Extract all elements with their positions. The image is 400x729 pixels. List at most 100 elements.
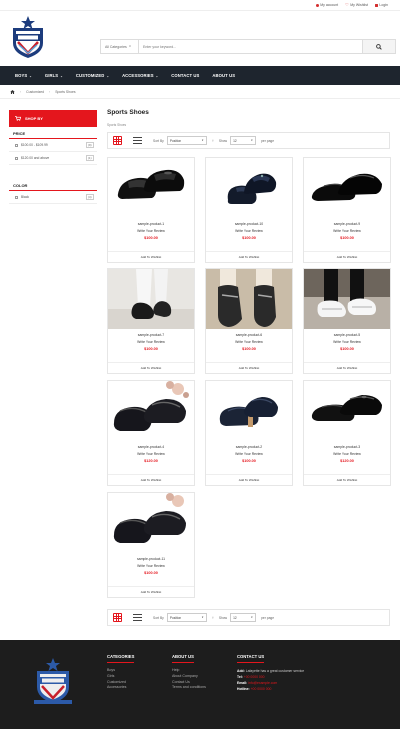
add-to-wishlist-button[interactable]: Add To Wishlist [108, 362, 194, 373]
write-review-link[interactable]: Write Your Review [108, 340, 194, 344]
nav-item-label: ABOUT US [212, 73, 236, 78]
grid-view-icon[interactable] [113, 613, 122, 622]
product-name[interactable]: sample-product-10 [206, 222, 292, 226]
add-to-wishlist-button[interactable]: Add To Wishlist [108, 474, 194, 485]
per-page-label: per page [261, 615, 275, 620]
product-image[interactable] [108, 381, 194, 441]
sort-by-select[interactable]: Position ▼ [166, 136, 207, 145]
product-name[interactable]: sample-product-7 [108, 333, 194, 337]
list-view-icon[interactable] [133, 613, 142, 622]
search-input[interactable] [139, 40, 362, 53]
product-price: $100.00 [144, 347, 158, 351]
write-review-link[interactable]: Write Your Review [206, 452, 292, 456]
product-image[interactable] [206, 269, 292, 329]
checkbox-icon[interactable] [15, 156, 18, 160]
my-account-link[interactable]: My account [315, 3, 338, 7]
product-card[interactable]: sample-product-6 Write Your Review $100.… [205, 268, 293, 374]
sort-by-select[interactable]: Position ▼ [166, 613, 207, 622]
product-card[interactable]: sample-product-1 Write Your Review $100.… [107, 157, 195, 263]
product-card[interactable]: sample-product-11 Write Your Review $100… [107, 492, 195, 598]
sort-by-label: Sort By [153, 615, 164, 620]
add-to-wishlist-button[interactable]: Add To Wishlist [304, 474, 390, 485]
footer-logo[interactable] [32, 656, 74, 706]
product-image[interactable] [108, 269, 194, 329]
checkbox-icon[interactable] [15, 143, 18, 147]
nav-item-about-us[interactable]: ABOUT US [212, 73, 235, 78]
product-image[interactable] [206, 381, 292, 441]
color-filter-option[interactable]: Black (4) [9, 191, 97, 204]
breadcrumb-item-current: Sports Shoes [55, 89, 76, 94]
product-name[interactable]: sample-product-5 [304, 333, 390, 337]
sort-direction-icon[interactable]: ↑ [212, 138, 214, 143]
product-name[interactable]: sample-product-3 [304, 445, 390, 449]
product-name[interactable]: sample-product-9 [304, 222, 390, 226]
product-price: $100.00 [144, 571, 158, 575]
price-filter-option[interactable]: $120.00 and above (1) [9, 152, 97, 165]
hotline-value[interactable]: +00 0000 000 [251, 687, 272, 691]
home-icon[interactable] [10, 89, 15, 94]
search-bar: All Categories ▼ [100, 39, 396, 54]
add-to-wishlist-button[interactable]: Add To Wishlist [108, 251, 194, 262]
write-review-link[interactable]: Write Your Review [108, 452, 194, 456]
price-filter-option[interactable]: $100.00 - $109.99 (9) [9, 139, 97, 152]
product-name[interactable]: sample-product-11 [108, 557, 194, 561]
product-name[interactable]: sample-product-4 [108, 445, 194, 449]
limiter-select[interactable]: 12 ▼ [230, 613, 257, 622]
tel-value[interactable]: +00 0000 000 [244, 675, 265, 679]
product-card[interactable]: sample-product-7 Write Your Review $100.… [107, 268, 195, 374]
write-review-link[interactable]: Write Your Review [108, 564, 194, 568]
count-badge: (1) [85, 155, 94, 161]
login-link[interactable]: Login [374, 3, 388, 7]
add-to-wishlist-button[interactable]: Add To Wishlist [304, 362, 390, 373]
add-to-wishlist-button[interactable]: Add To Wishlist [206, 474, 292, 485]
nav-item-customized[interactable]: CUSTOMIZED ⌄ [76, 73, 109, 78]
sort-direction-icon[interactable]: ↑ [212, 615, 214, 620]
product-image[interactable] [304, 381, 390, 441]
product-name[interactable]: sample-product-6 [206, 333, 292, 337]
product-card[interactable]: sample-product-3 Write Your Review $120.… [303, 380, 391, 486]
product-card[interactable]: sample-product-5 Write Your Review $100.… [303, 268, 391, 374]
add-to-wishlist-button[interactable]: Add To Wishlist [304, 251, 390, 262]
footer-contact: CONTACT US Add: Lafayette has a great cu… [237, 654, 304, 692]
nav-item-accessories[interactable]: ACCESSORIES ⌄ [122, 73, 158, 78]
write-review-link[interactable]: Write Your Review [108, 229, 194, 233]
checkbox-icon[interactable] [15, 195, 18, 199]
product-card[interactable]: sample-product-4 Write Your Review $120.… [107, 380, 195, 486]
grid-view-icon[interactable] [113, 136, 122, 145]
email-value[interactable]: info@example.com [248, 681, 277, 685]
write-review-link[interactable]: Write Your Review [304, 229, 390, 233]
limiter-select[interactable]: 12 ▼ [230, 136, 257, 145]
product-card[interactable]: sample-product-9 Write Your Review $100.… [303, 157, 391, 263]
nav-item-contact-us[interactable]: CONTACT US [171, 73, 199, 78]
product-image[interactable] [304, 158, 390, 218]
search-button[interactable] [362, 40, 395, 53]
product-image[interactable] [206, 158, 292, 218]
add-to-wishlist-button[interactable]: Add To Wishlist [108, 586, 194, 597]
product-image[interactable] [108, 493, 194, 553]
footer-link[interactable]: Accessories [107, 685, 134, 691]
breadcrumb-item-customized[interactable]: Customized [26, 90, 44, 94]
write-review-link[interactable]: Write Your Review [206, 229, 292, 233]
product-image[interactable] [108, 158, 194, 218]
write-review-link[interactable]: Write Your Review [304, 340, 390, 344]
product-name[interactable]: sample-product-2 [206, 445, 292, 449]
write-review-link[interactable]: Write Your Review [304, 452, 390, 456]
product-name[interactable]: sample-product-1 [108, 222, 194, 226]
category-select[interactable]: All Categories ▼ [101, 40, 139, 53]
footer-about-title: ABOUT US [172, 654, 194, 663]
product-image[interactable] [304, 269, 390, 329]
product-card[interactable]: sample-product-2 Write Your Review $100.… [205, 380, 293, 486]
add-to-wishlist-button[interactable]: Add To Wishlist [206, 251, 292, 262]
list-view-icon[interactable] [133, 136, 142, 145]
nav-item-girls[interactable]: GIRLS ⌄ [45, 73, 63, 78]
my-wishlist-link[interactable]: ♡ My Wishlist [345, 3, 368, 8]
product-price: $100.00 [144, 236, 158, 240]
footer-link[interactable]: Terms and conditions [172, 685, 206, 691]
color-option-label: Black [21, 195, 30, 199]
add-to-wishlist-button[interactable]: Add To Wishlist [206, 362, 292, 373]
jamesons-logo[interactable] [9, 15, 47, 59]
nav-item-boys[interactable]: BOYS ⌄ [15, 73, 32, 78]
product-card[interactable]: sample-product-10 Write Your Review $100… [205, 157, 293, 263]
write-review-link[interactable]: Write Your Review [206, 340, 292, 344]
page-title: Sports Shoes [107, 109, 149, 116]
